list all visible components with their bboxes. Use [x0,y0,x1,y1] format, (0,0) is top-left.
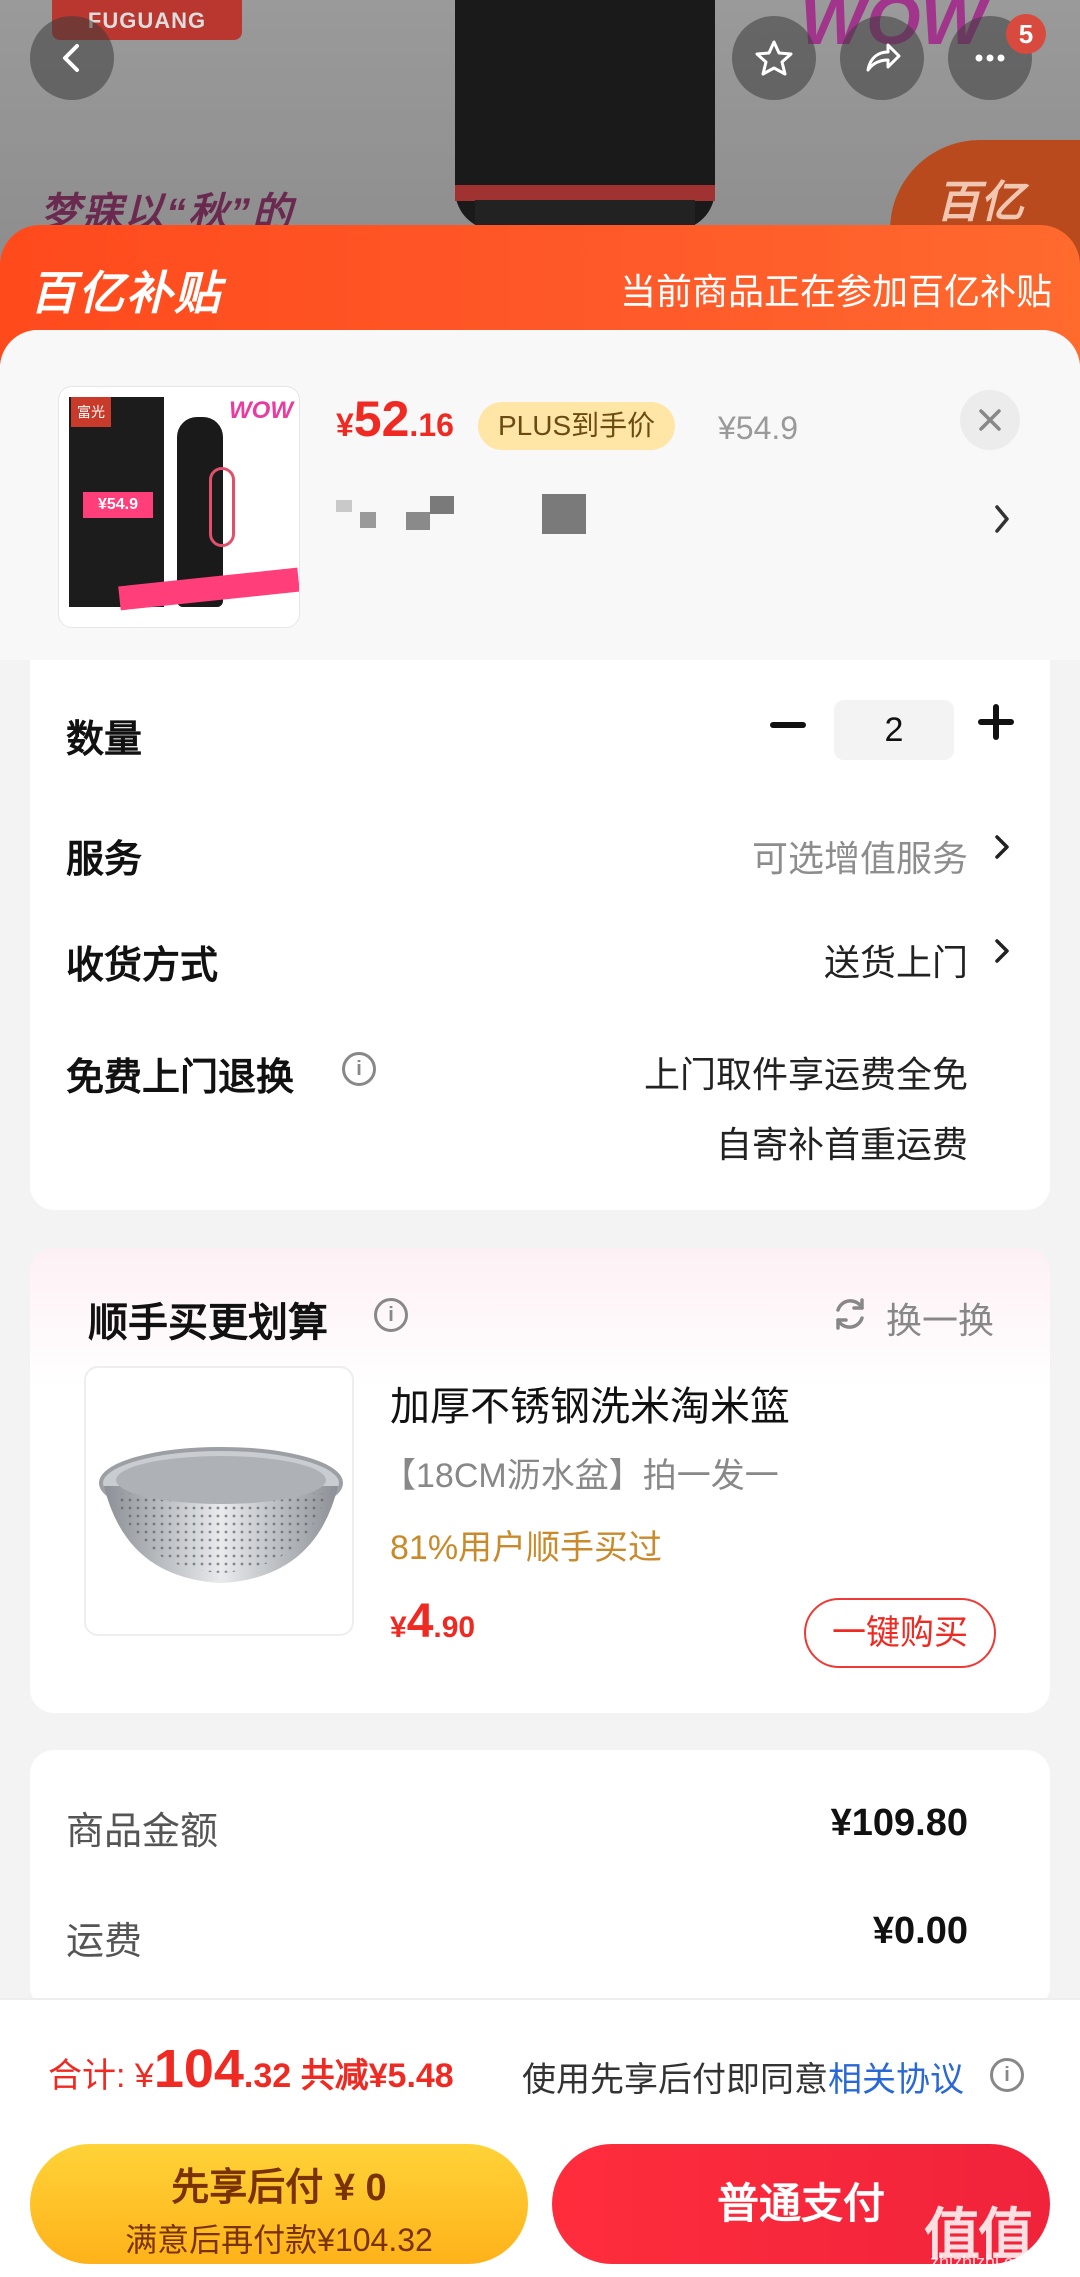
back-arrow-icon [63,44,79,72]
total-discount: 共减¥5.48 [291,2057,454,2095]
recommendation-image[interactable] [84,1366,354,1636]
thumb-strap [209,467,235,547]
checkout-page: FUGUANG 梦寐以“秋”的 WOW 百亿 5 [0,0,1080,2277]
subsidy-note: 当前商品正在参加百亿补贴 [619,271,1052,312]
quantity-increase-button[interactable] [978,704,1014,740]
recommendation-price: ¥4.90 [390,1594,475,1649]
back-button[interactable] [30,16,114,100]
pay-later-subtitle: 满意后再付款¥104.32 [125,2222,433,2258]
recommendation-spec: 【18CM沥水盆】拍一发一 [382,1457,779,1495]
agreement-link[interactable]: 相关协议 [828,2061,964,2099]
quantity-input[interactable]: 2 [834,700,954,760]
spec-chevron-right-icon[interactable] [992,502,1012,536]
delivery-label: 收货方式 [66,945,219,987]
quantity-label: 数量 [66,719,143,761]
original-price: ¥54.9 [718,410,799,446]
price-integer: 52 [353,391,410,447]
total-label: 合计: ¥ [48,2057,154,2095]
total-price: 合计: ¥104.32 共减¥5.48 [48,2038,454,2100]
more-icon [975,54,1005,62]
delivery-chevron-right-icon[interactable] [990,936,1014,966]
subsidy-logo: 百亿补贴 [30,267,222,319]
close-button[interactable] [960,390,1020,450]
refresh-icon[interactable] [830,1294,870,1334]
cart-count-badge: 5 [1006,14,1046,54]
bottle-ring-image [455,185,715,201]
selected-spec[interactable] [336,490,636,534]
agreement-info-icon[interactable]: i [990,2058,1024,2092]
product-thumbnail[interactable]: 富光 ¥54.9 WOW [58,386,300,628]
shipping-value: ¥0.00 [872,1910,968,1952]
recommendation-stat: 81%用户顺手买过 [390,1529,663,1567]
colander-image [99,1447,343,1583]
total-bar: 合计: ¥104.32 共减¥5.48 使用先享后付即同意相关协议 i [0,1998,1080,2128]
close-icon [979,409,1001,431]
price-decimal: .16 [409,407,454,443]
share-button[interactable] [840,16,924,100]
delivery-value[interactable]: 送货上门 [824,934,968,986]
price-symbol: ¥ [336,407,354,443]
shipping-label: 运费 [66,1921,143,1963]
goods-amount-value: ¥109.80 [830,1802,968,1844]
service-label: 服务 [66,839,143,881]
goods-amount-label: 商品金额 [66,1811,219,1853]
watermark-url: zhizhizhi.com [930,2252,1039,2272]
order-sheet: 富光 ¥54.9 WOW ¥52.16 PLUS到手价 ¥54.9 数量 2 服… [0,330,1080,2277]
reco-price-decimal: .90 [433,1611,476,1644]
recommendation-card: 顺手买更划算 i 换一换 加厚不锈钢洗米淘米篮 【18CM沥水盆】拍一发一 81… [30,1248,1050,1713]
plus-price-tag: PLUS到手价 [478,402,676,450]
quantity-decrease-button[interactable] [770,722,806,728]
share-icon [866,43,901,72]
return-line-1: 上门取件享运费全免 [643,1054,968,1095]
recommendation-title: 顺手买更划算 [88,1301,328,1345]
reco-price-symbol: ¥ [390,1611,407,1644]
return-line-2: 自寄补首重运费 [715,1124,968,1165]
thumb-wow: WOW [229,397,293,424]
refresh-button[interactable]: 换一换 [886,1292,994,1344]
reco-price-integer: 4 [406,1595,434,1648]
total-integer: 104 [153,2039,244,2099]
current-price: ¥52.16 [336,390,454,448]
return-info-icon[interactable]: i [342,1052,376,1086]
star-icon [755,40,793,76]
payment-area: 先享后付 ¥ 0 满意后再付款¥104.32 普通支付 [0,2128,1080,2277]
one-click-buy-button[interactable]: 一键购买 [804,1598,996,1668]
amount-card: 商品金额 ¥109.80 运费 ¥0.00 [30,1750,1050,2010]
pay-later-button[interactable]: 先享后付 ¥ 0 满意后再付款¥104.32 [30,2144,528,2264]
product-summary: 富光 ¥54.9 WOW ¥52.16 PLUS到手价 ¥54.9 [0,330,1080,660]
thumb-price-tag: ¥54.9 [83,492,153,518]
total-decimal: .32 [243,2057,292,2095]
pay-later-title: 先享后付 ¥ 0 [171,2167,387,2209]
agreement-prefix: 使用先享后付即同意 [522,2061,828,2099]
favorite-button[interactable] [732,16,816,100]
order-options: 数量 2 服务 可选增值服务 收货方式 送货上门 免费上门退换 i 上门取件享运… [30,660,1050,1210]
service-value[interactable]: 可选增值服务 [752,830,968,882]
thumb-brand-tag: 富光 [71,397,111,427]
service-chevron-right-icon[interactable] [990,832,1014,862]
return-label: 免费上门退换 [66,1057,295,1099]
agreement-text: 使用先享后付即同意相关协议 [522,2052,964,2101]
recommendation-name[interactable]: 加厚不锈钢洗米淘米篮 [390,1374,790,1432]
recommendation-info-icon[interactable]: i [374,1298,408,1332]
